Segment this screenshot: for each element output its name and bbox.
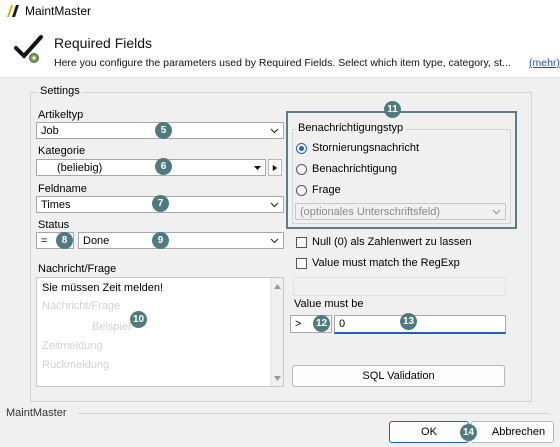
checkmark-gear-icon — [14, 35, 43, 63]
scroll-down-icon[interactable] — [273, 374, 282, 383]
footer-group-label: MaintMaster — [6, 407, 67, 419]
feldname-label: Feldname — [38, 183, 87, 195]
feldname-value: Times — [41, 199, 71, 211]
annotation-badge-8: 8 — [56, 232, 73, 249]
maintmaster-logo-icon — [7, 5, 19, 17]
kategorie-expand-button[interactable] — [268, 159, 282, 176]
ok-button[interactable]: OK — [389, 421, 469, 443]
settings-group-label: Settings — [38, 85, 82, 97]
value-text: 0 — [339, 318, 346, 330]
value-operator: > — [295, 318, 302, 330]
annotation-badge-9: 9 — [152, 232, 169, 249]
signature-field-placeholder: (optionales Unterschriftsfeld) — [300, 206, 441, 218]
play-right-icon — [272, 164, 278, 172]
value-input[interactable]: 0 — [334, 315, 506, 334]
annotation-badge-5: 5 — [155, 122, 172, 139]
annotation-badge-11: 11 — [384, 101, 401, 118]
window-title: MaintMaster — [25, 4, 92, 18]
nachricht-label: Nachricht/Frage — [38, 263, 117, 275]
kategorie-label: Kategorie — [38, 145, 86, 157]
nachricht-textarea[interactable]: Sie müssen Zeit melden! Nachricht/Frage … — [36, 277, 284, 387]
radio-stornierungsnachricht-label: Stornierungsnachricht — [312, 142, 420, 154]
value-must-be-label: Value must be — [294, 298, 364, 310]
chevron-down-icon — [270, 238, 279, 244]
chevron-down-icon — [270, 202, 279, 208]
chevron-down-icon — [270, 128, 279, 134]
kategorie-select[interactable]: (beliebig) — [36, 159, 266, 176]
regexp-input[interactable] — [293, 277, 506, 296]
regexp-checkbox[interactable] — [296, 258, 307, 269]
annotation-badge-10: 10 — [130, 311, 147, 328]
radio-frage-label: Frage — [312, 184, 341, 196]
cancel-button[interactable]: Abbrechen — [471, 421, 554, 443]
sql-validation-button[interactable]: SQL Validation — [292, 365, 505, 387]
null-zero-label: Null (0) als Zahlenwert zu lassen — [312, 236, 472, 248]
radio-stornierungsnachricht[interactable] — [296, 143, 307, 154]
nachricht-scrollbar[interactable] — [270, 278, 283, 386]
null-zero-checkbox[interactable] — [296, 237, 307, 248]
page-description: Here you configure the parameters used b… — [54, 57, 511, 69]
radio-frage[interactable] — [296, 185, 307, 196]
artikeltyp-label: Artikeltyp — [38, 109, 84, 121]
annotation-badge-12: 12 — [313, 315, 330, 332]
status-value: Done — [83, 235, 110, 247]
footer-divider — [78, 413, 550, 414]
chevron-down-icon — [492, 209, 501, 215]
kategorie-value: (beliebig) — [57, 162, 103, 174]
nachricht-text: Sie müssen Zeit melden! — [42, 282, 164, 294]
dropdown-triangle-icon — [254, 166, 261, 170]
radio-benachrichtigung[interactable] — [296, 164, 307, 175]
more-link[interactable]: (mehr) — [529, 57, 560, 69]
ghost-line-3: Zeitmeldung — [42, 340, 103, 352]
annotation-badge-13: 13 — [400, 313, 417, 330]
annotation-badge-7: 7 — [152, 195, 169, 212]
status-value-select[interactable]: Done — [78, 232, 284, 249]
page-title: Required Fields — [54, 35, 153, 51]
annotation-badge-6: 6 — [155, 158, 172, 175]
regexp-label: Value must match the RegExp — [312, 257, 460, 269]
annotation-badge-14: 14 — [460, 424, 477, 441]
signature-field-select[interactable]: (optionales Unterschriftsfeld) — [295, 203, 506, 220]
radio-benachrichtigung-label: Benachrichtigung — [312, 163, 398, 175]
scroll-up-icon[interactable] — [273, 282, 282, 291]
notification-type-label: Benachrichtigungstyp — [296, 122, 406, 134]
status-label: Status — [38, 219, 70, 231]
ghost-line-2: Beispiel — [92, 321, 131, 333]
ghost-line-4: Rückmeldung — [42, 359, 110, 371]
ghost-line-1: Nachricht/Frage — [42, 300, 121, 312]
status-operator-value: = — [41, 235, 48, 247]
artikeltyp-value: Job — [41, 125, 59, 137]
